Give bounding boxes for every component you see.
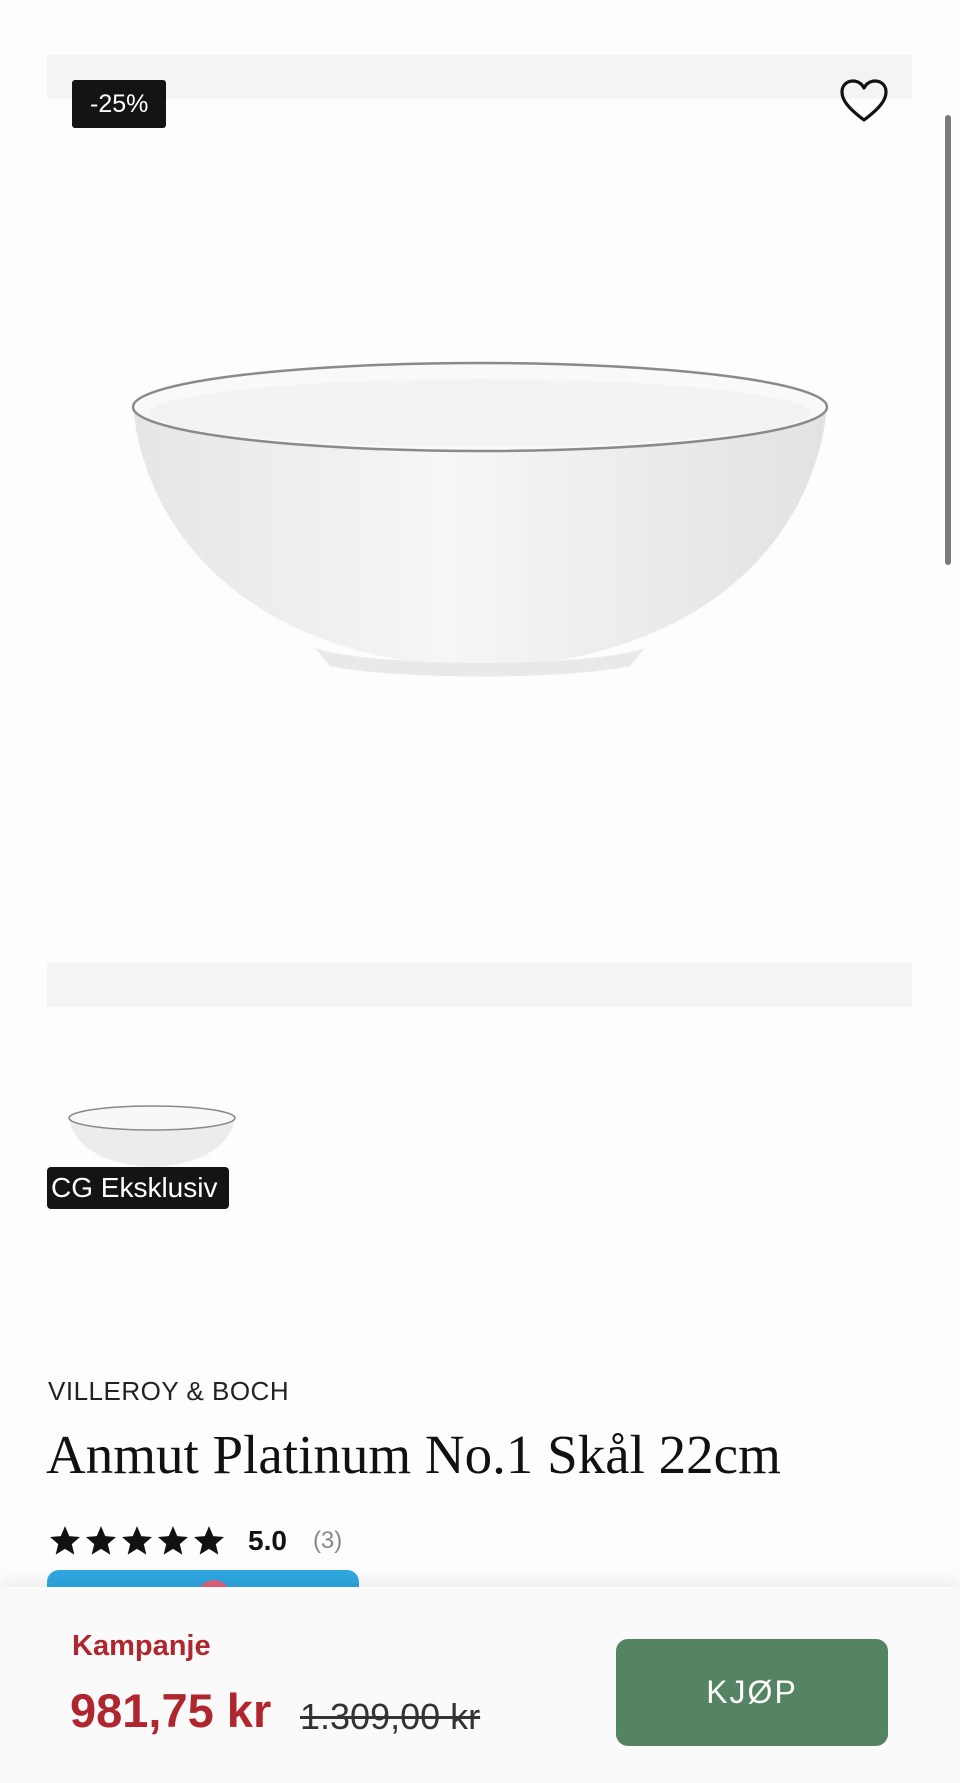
star-icon: [193, 1526, 225, 1555]
buy-button[interactable]: KJØP: [616, 1639, 888, 1746]
product-rating[interactable]: 5.0 (3): [48, 1524, 342, 1558]
product-brand[interactable]: VILLEROY & BOCH: [48, 1376, 289, 1407]
review-count: (3): [312, 1527, 343, 1554]
star-icon: [85, 1526, 117, 1555]
page-scrollbar[interactable]: [945, 115, 951, 565]
white-bowl-image: [131, 361, 829, 677]
white-bowl-thumbnail: [68, 1105, 236, 1167]
campaign-label: Kampanje: [72, 1630, 211, 1662]
heart-outline-icon: [840, 79, 888, 122]
original-price: 1.309,00 kr: [300, 1696, 481, 1737]
sale-price: 981,75 kr: [70, 1684, 272, 1737]
rating-score: 5.0: [248, 1525, 287, 1556]
product-title: Anmut Platinum No.1 Skål 22cm: [46, 1424, 781, 1485]
wishlist-button[interactable]: [838, 76, 890, 128]
star-icon: [157, 1526, 189, 1555]
star-icon: [49, 1526, 81, 1555]
star-icon: [121, 1526, 153, 1555]
rating-stars: [48, 1524, 226, 1558]
discount-badge: -25%: [72, 80, 167, 128]
exclusive-badge: CG Eksklusiv: [47, 1167, 230, 1209]
